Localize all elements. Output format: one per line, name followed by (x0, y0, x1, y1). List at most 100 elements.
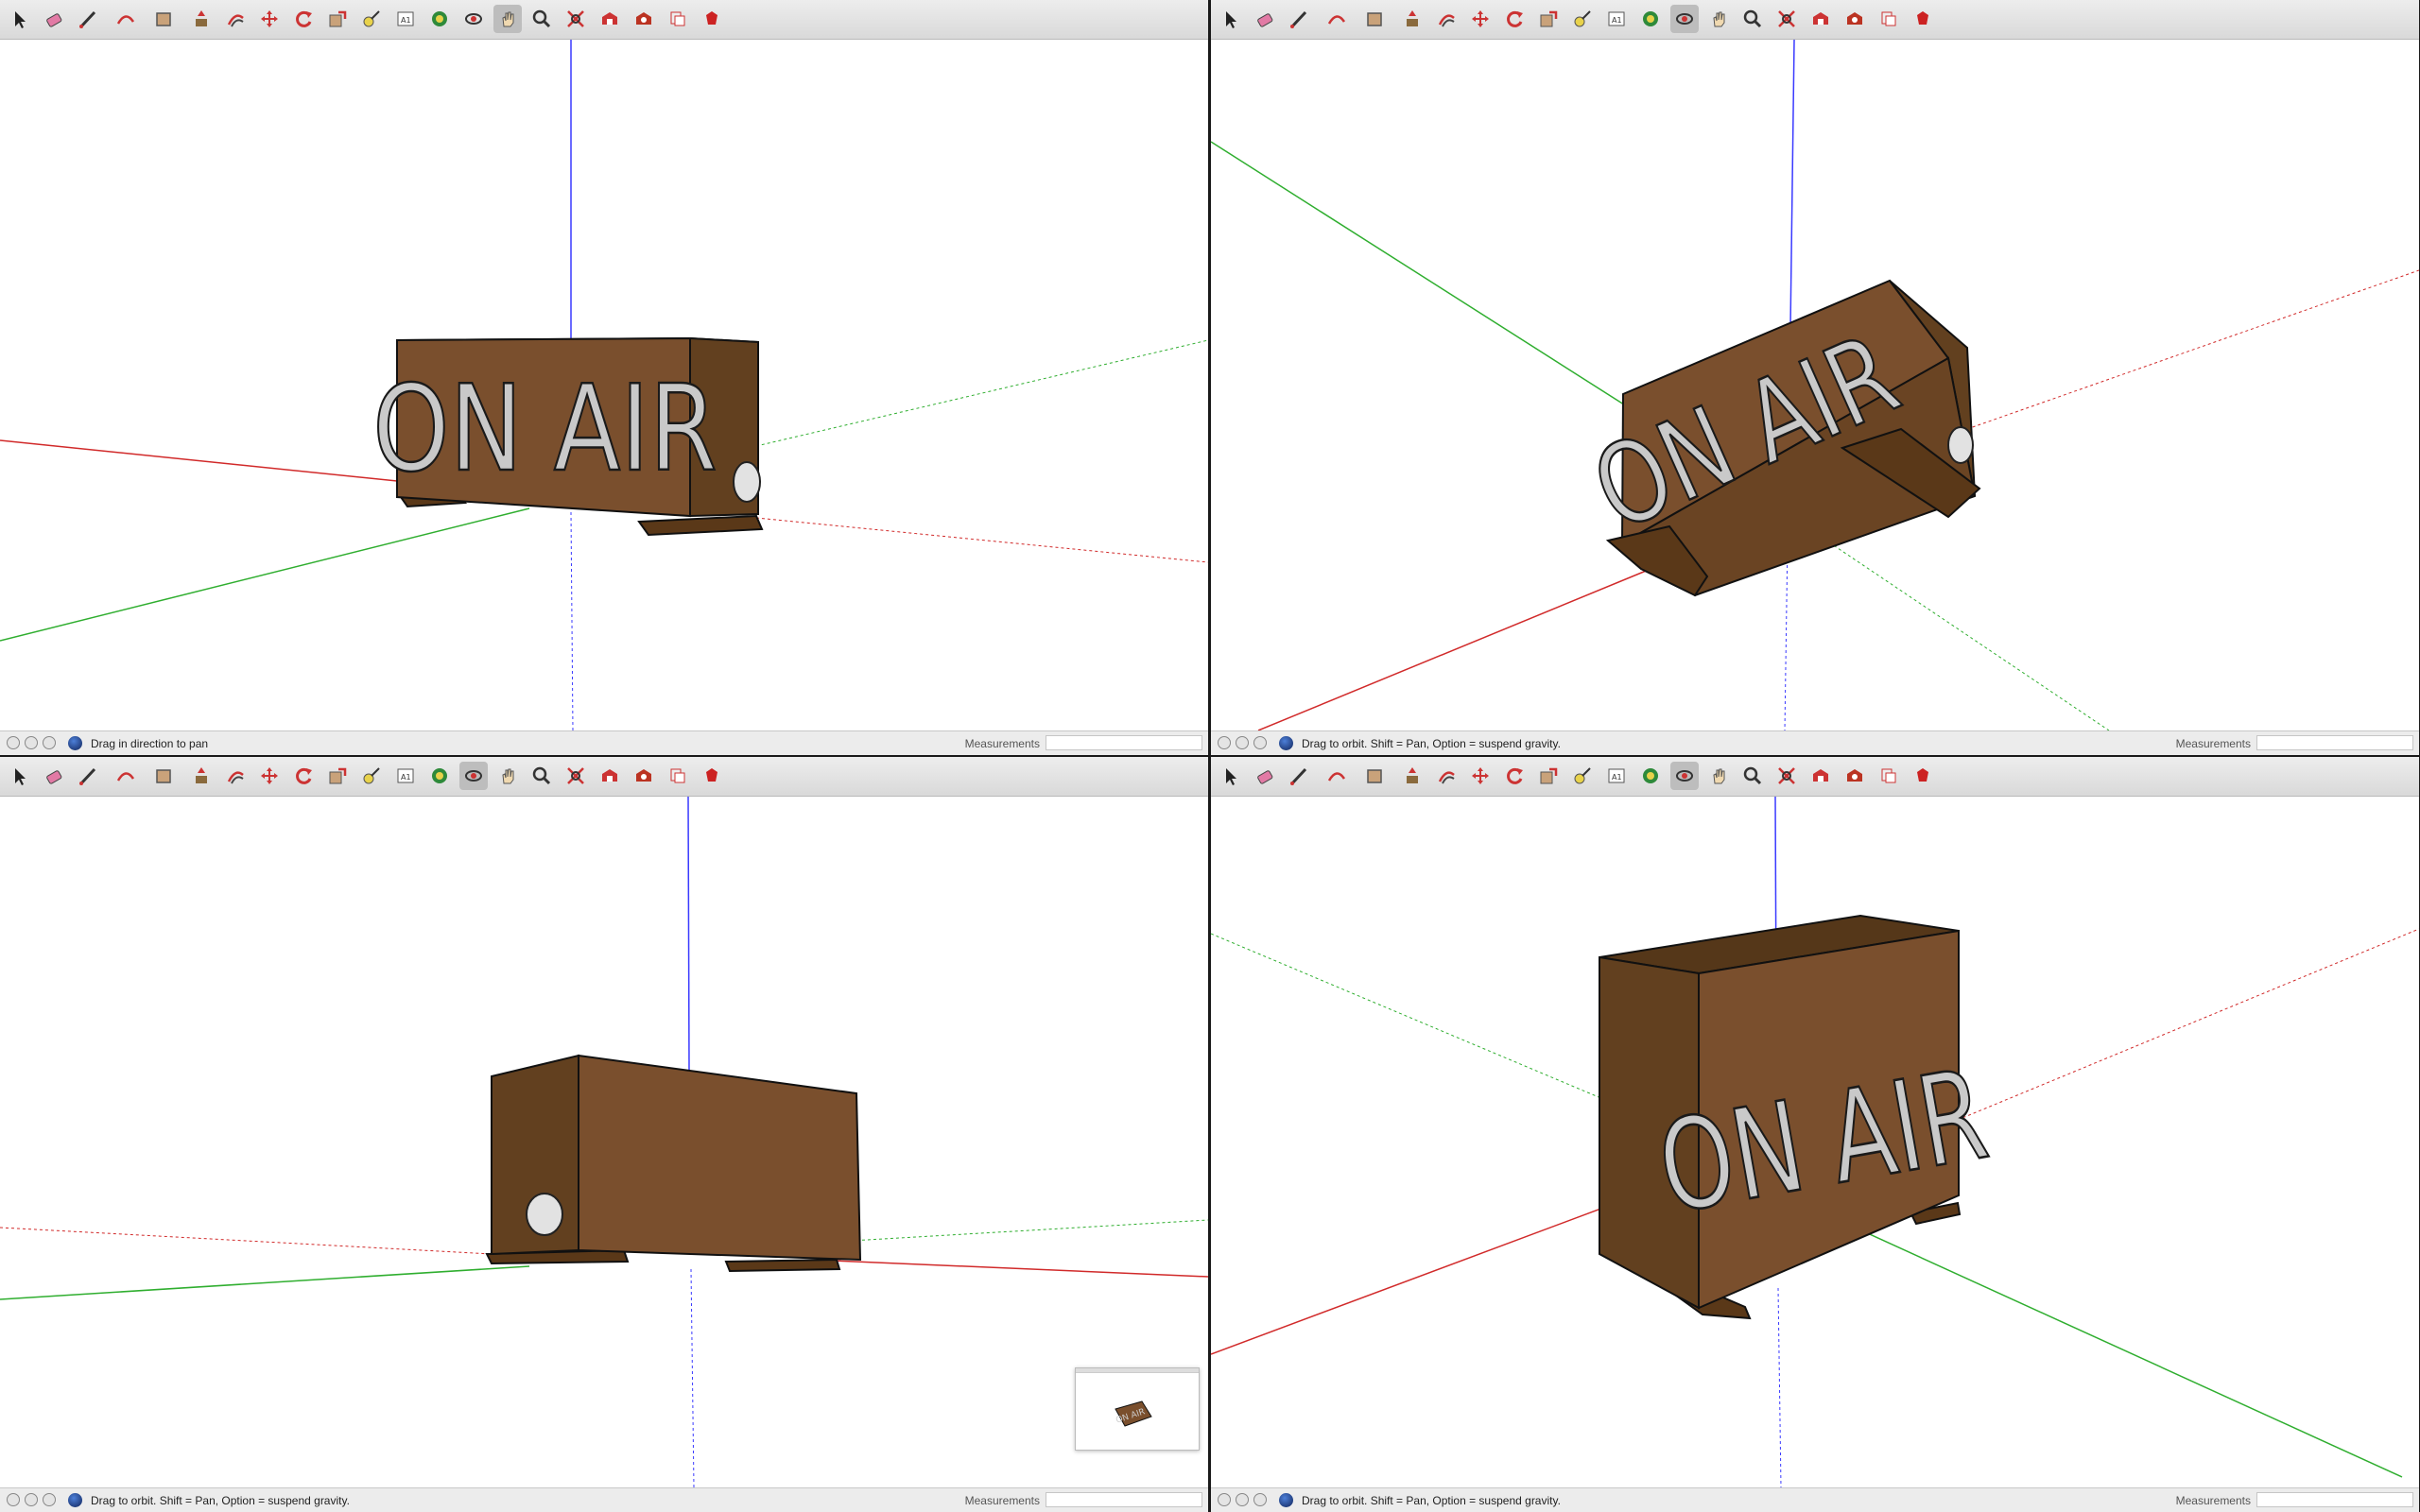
extension-warehouse-tool-button[interactable] (1841, 5, 1869, 33)
text-tool-button[interactable]: A1 (1602, 762, 1631, 790)
rotate-tool-button[interactable] (1500, 762, 1529, 790)
layout-tool-button[interactable] (1875, 5, 1903, 33)
info-icon[interactable] (1236, 736, 1249, 749)
push-pull-tool-button[interactable] (187, 5, 216, 33)
scale-tool-button[interactable] (323, 762, 352, 790)
tape-measure-tool-button[interactable] (357, 762, 386, 790)
info-icon[interactable] (25, 1493, 38, 1506)
zoom-extents-tool-button[interactable] (562, 5, 590, 33)
ruby-tool-button[interactable] (1909, 762, 1937, 790)
warehouse-tool-button[interactable] (1806, 762, 1835, 790)
push-pull-tool-button[interactable] (1398, 762, 1426, 790)
select-tool-button[interactable] (1217, 5, 1245, 33)
zoom-tool-button[interactable] (527, 5, 556, 33)
scale-tool-button[interactable] (1534, 5, 1563, 33)
geolocation-icon[interactable] (1279, 736, 1293, 750)
geolocation-icon[interactable] (68, 736, 82, 750)
info-icon[interactable] (7, 1493, 20, 1506)
user-icon[interactable] (43, 736, 56, 749)
zoom-extents-tool-button[interactable] (562, 762, 590, 790)
warehouse-tool-button[interactable] (596, 762, 624, 790)
rotate-tool-button[interactable] (1500, 5, 1529, 33)
push-pull-tool-button[interactable] (187, 762, 216, 790)
zoom-extents-tool-button[interactable] (1772, 5, 1801, 33)
zoom-extents-tool-button[interactable] (1772, 762, 1801, 790)
paint-bucket-tool-button[interactable] (425, 5, 454, 33)
tape-measure-tool-button[interactable] (357, 5, 386, 33)
model-viewport[interactable]: ON AIR (1211, 797, 2419, 1487)
shape-tool-button[interactable] (1360, 762, 1389, 790)
eraser-tool-button[interactable] (40, 762, 68, 790)
user-icon[interactable] (43, 1493, 56, 1506)
info-icon[interactable] (1236, 1493, 1249, 1506)
paint-bucket-tool-button[interactable] (1636, 762, 1665, 790)
offset-tool-button[interactable] (221, 5, 250, 33)
move-tool-button[interactable] (1466, 5, 1495, 33)
offset-tool-button[interactable] (221, 762, 250, 790)
select-tool-button[interactable] (1217, 762, 1245, 790)
line-tool-button[interactable] (74, 762, 102, 790)
text-tool-button[interactable]: A1 (391, 762, 420, 790)
zoom-tool-button[interactable] (1738, 5, 1767, 33)
arc-tool-button[interactable] (112, 5, 140, 33)
zoom-tool-button[interactable] (527, 762, 556, 790)
push-pull-tool-button[interactable] (1398, 5, 1426, 33)
extension-warehouse-tool-button[interactable] (630, 762, 658, 790)
rotate-tool-button[interactable] (289, 5, 318, 33)
pan-tool-button[interactable] (1704, 762, 1733, 790)
info-icon[interactable] (1218, 736, 1231, 749)
paint-bucket-tool-button[interactable] (425, 762, 454, 790)
zoom-tool-button[interactable] (1738, 762, 1767, 790)
model-viewport[interactable]: ON AIR (0, 40, 1208, 730)
eraser-tool-button[interactable] (1251, 5, 1279, 33)
arc-tool-button[interactable] (1322, 762, 1351, 790)
orbit-tool-button[interactable] (459, 762, 488, 790)
preview-thumbnail[interactable]: ON AIR (1075, 1367, 1200, 1451)
eraser-tool-button[interactable] (40, 5, 68, 33)
move-tool-button[interactable] (255, 5, 284, 33)
measurements-input[interactable] (1046, 1492, 1202, 1507)
line-tool-button[interactable] (1285, 762, 1313, 790)
info-icon[interactable] (1218, 1493, 1231, 1506)
measurements-input[interactable] (1046, 735, 1202, 750)
line-tool-button[interactable] (74, 5, 102, 33)
rotate-tool-button[interactable] (289, 762, 318, 790)
text-tool-button[interactable]: A1 (1602, 5, 1631, 33)
shape-tool-button[interactable] (1360, 5, 1389, 33)
measurements-input[interactable] (2256, 1492, 2413, 1507)
layout-tool-button[interactable] (664, 5, 692, 33)
geolocation-icon[interactable] (68, 1493, 82, 1507)
scale-tool-button[interactable] (323, 5, 352, 33)
select-tool-button[interactable] (6, 762, 34, 790)
orbit-tool-button[interactable] (1670, 5, 1699, 33)
pan-tool-button[interactable] (493, 762, 522, 790)
tape-measure-tool-button[interactable] (1568, 5, 1597, 33)
model-viewport[interactable] (0, 797, 1208, 1487)
info-icon[interactable] (7, 736, 20, 749)
offset-tool-button[interactable] (1432, 762, 1461, 790)
paint-bucket-tool-button[interactable] (1636, 5, 1665, 33)
warehouse-tool-button[interactable] (596, 5, 624, 33)
extension-warehouse-tool-button[interactable] (630, 5, 658, 33)
ruby-tool-button[interactable] (698, 762, 726, 790)
extension-warehouse-tool-button[interactable] (1841, 762, 1869, 790)
warehouse-tool-button[interactable] (1806, 5, 1835, 33)
shape-tool-button[interactable] (149, 5, 178, 33)
orbit-tool-button[interactable] (1670, 762, 1699, 790)
user-icon[interactable] (1253, 736, 1267, 749)
pan-tool-button[interactable] (1704, 5, 1733, 33)
info-icon[interactable] (25, 736, 38, 749)
ruby-tool-button[interactable] (1909, 5, 1937, 33)
measurements-input[interactable] (2256, 735, 2413, 750)
offset-tool-button[interactable] (1432, 5, 1461, 33)
select-tool-button[interactable] (6, 5, 34, 33)
move-tool-button[interactable] (1466, 762, 1495, 790)
pan-tool-button[interactable] (493, 5, 522, 33)
arc-tool-button[interactable] (1322, 5, 1351, 33)
geolocation-icon[interactable] (1279, 1493, 1293, 1507)
layout-tool-button[interactable] (664, 762, 692, 790)
move-tool-button[interactable] (255, 762, 284, 790)
text-tool-button[interactable]: A1 (391, 5, 420, 33)
model-viewport[interactable]: ON AIR (1211, 40, 2419, 730)
scale-tool-button[interactable] (1534, 762, 1563, 790)
